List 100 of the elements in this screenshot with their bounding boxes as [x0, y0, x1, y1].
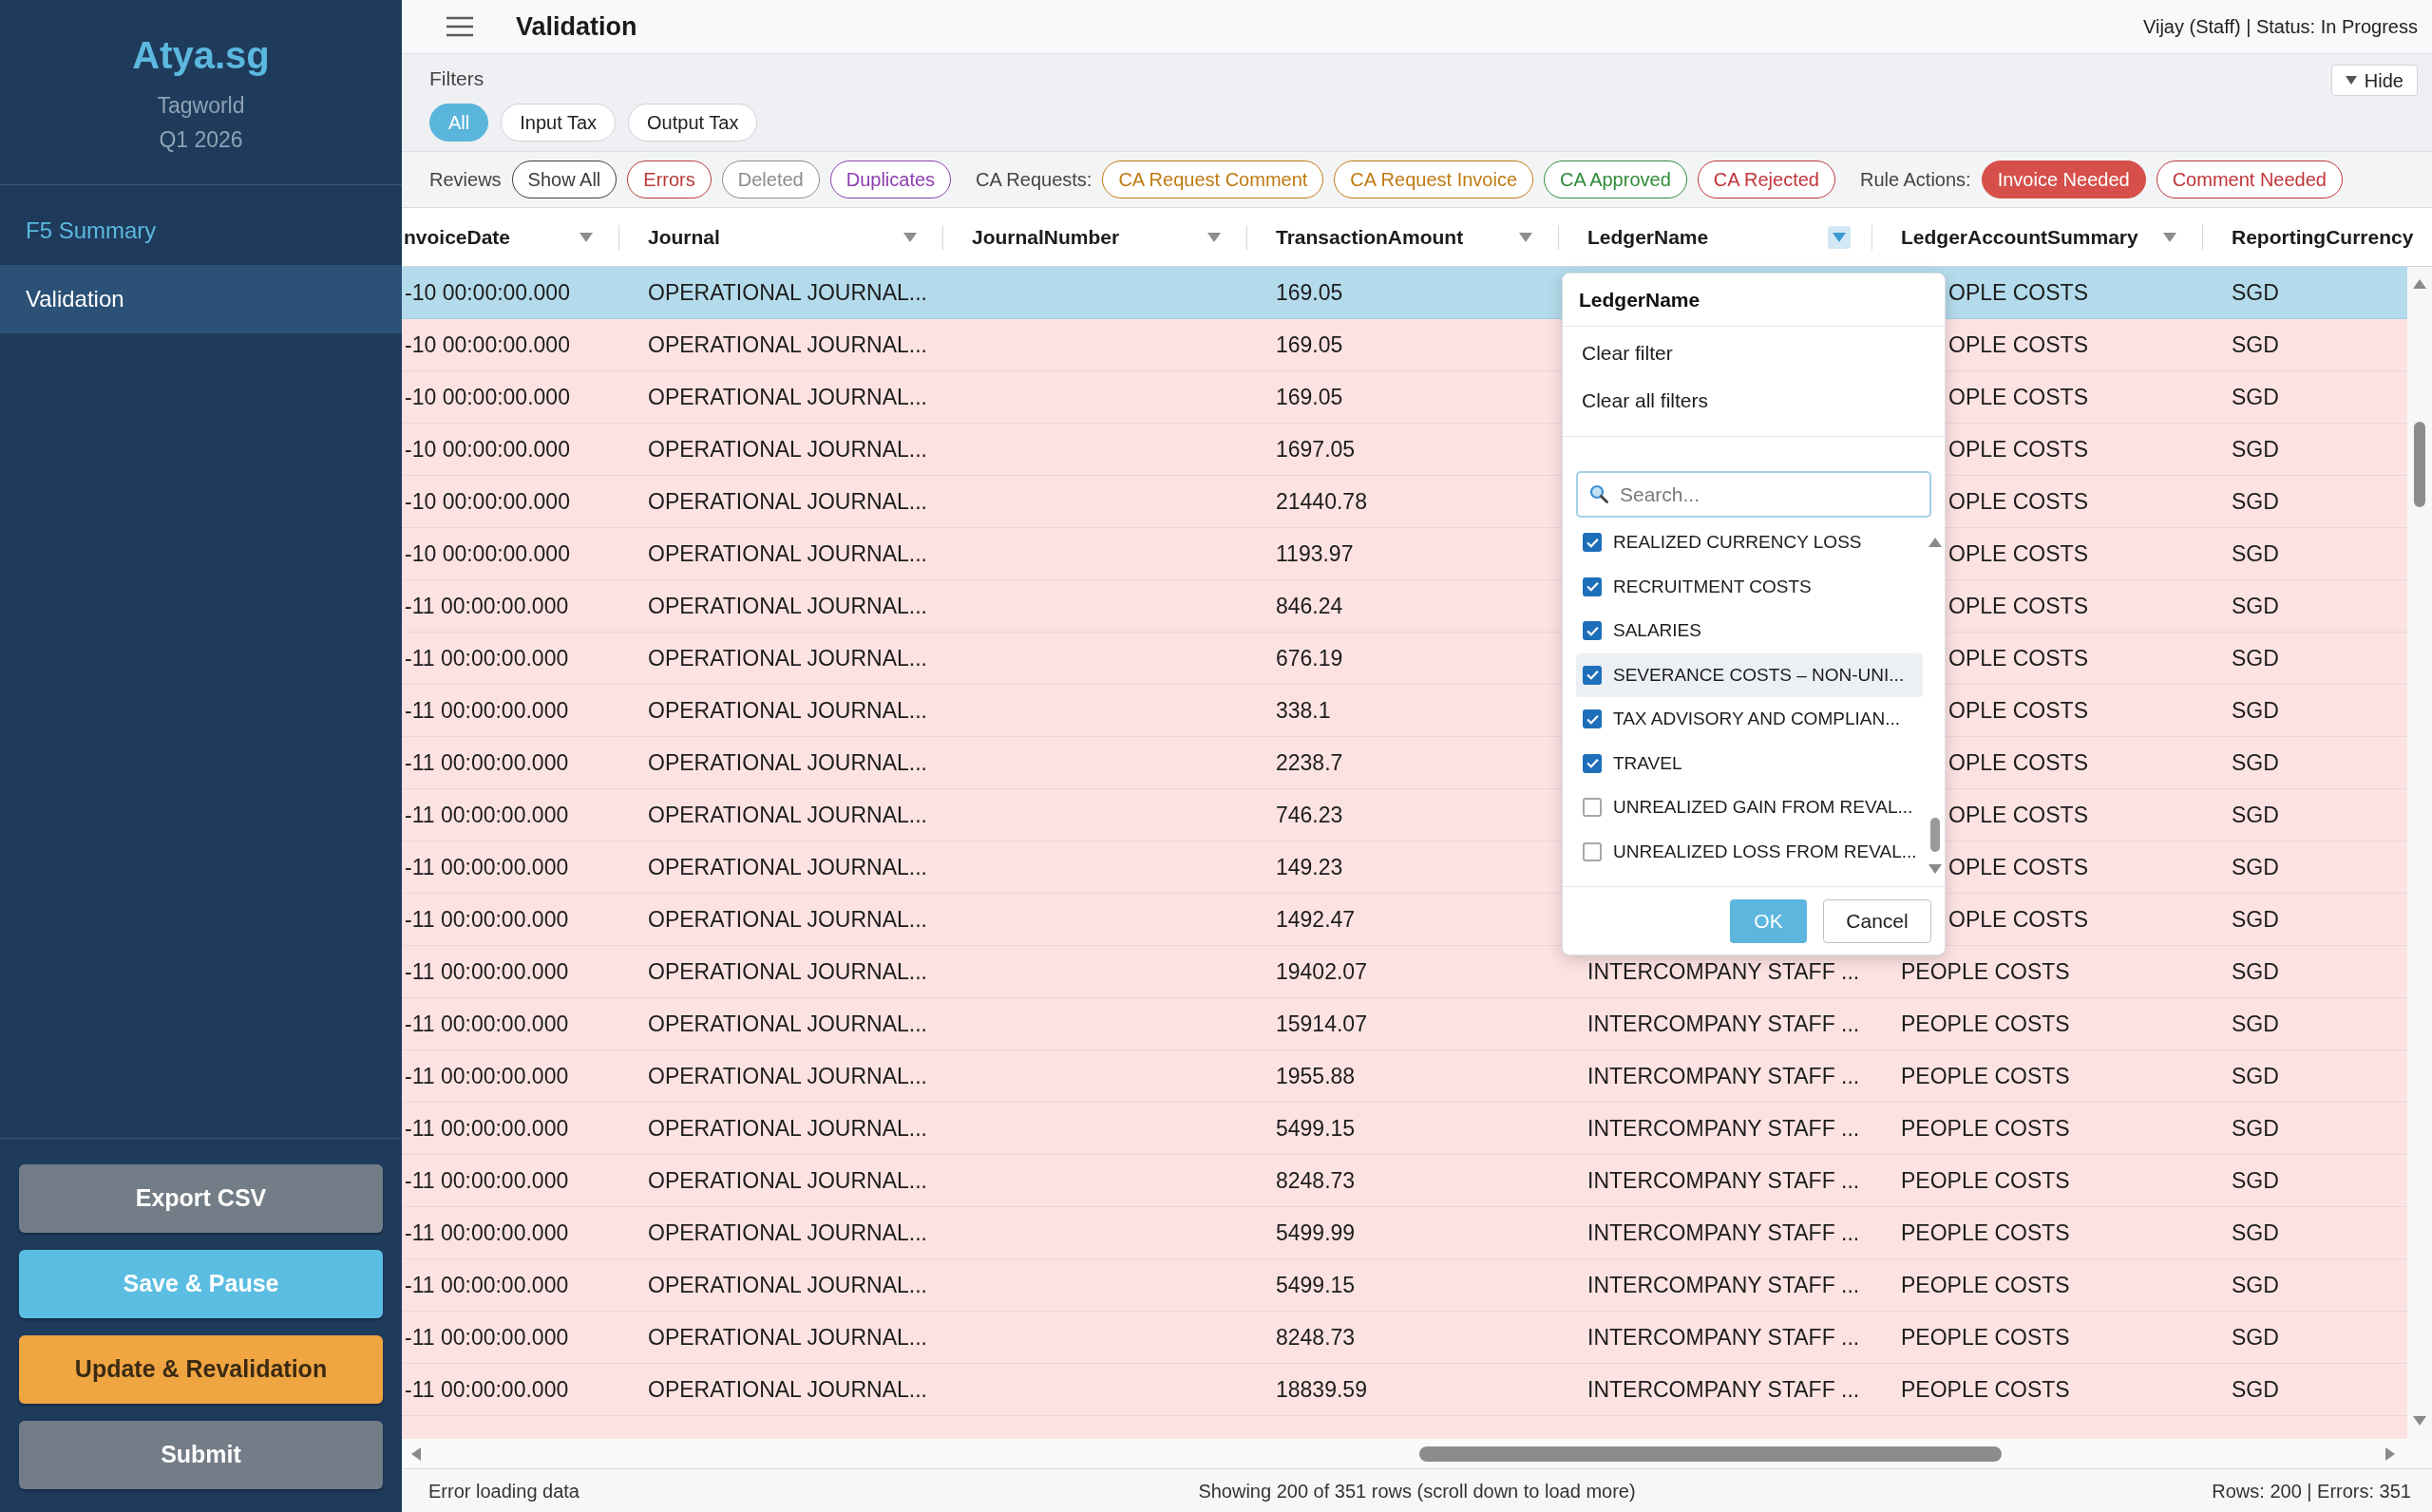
- table-cell: PEOPLE COSTS: [1901, 1376, 2070, 1402]
- filter-icon[interactable]: [580, 232, 593, 242]
- table-cell: 149.23: [1276, 854, 1343, 879]
- table-cell: INTERCOMPANY STAFF ...: [1587, 1011, 1860, 1036]
- filter-icon[interactable]: [1828, 225, 1851, 249]
- filter-chip[interactable]: Output Tax: [628, 104, 758, 142]
- scroll-down-icon[interactable]: [2413, 1416, 2426, 1426]
- checkbox[interactable]: [1583, 576, 1602, 596]
- table-cell: OPLE COSTS: [1948, 645, 2088, 671]
- table-cell: INTERCOMPANY STAFF ...: [1587, 1324, 1860, 1350]
- scrollbar-thumb[interactable]: [1419, 1446, 2002, 1462]
- filter-option[interactable]: SEVERANCE COSTS – NON-UNI...: [1576, 652, 1923, 697]
- scroll-right-icon[interactable]: [2385, 1446, 2395, 1461]
- column-header[interactable]: TransactionAmount: [1276, 221, 1464, 253]
- table-cell: OPERATIONAL JOURNAL...: [648, 1115, 927, 1141]
- table-cell: OPLE COSTS: [1948, 279, 2088, 305]
- hide-button[interactable]: Hide: [2330, 65, 2418, 96]
- table-cell: SGD: [2232, 1376, 2279, 1402]
- filter-icon[interactable]: [903, 232, 917, 242]
- menu-item[interactable]: Clear all filters: [1563, 377, 1945, 425]
- checkbox[interactable]: [1583, 753, 1602, 773]
- filter-icon[interactable]: [2163, 232, 2176, 242]
- section-label: CA Requests:: [976, 168, 1092, 192]
- column-header[interactable]: Journal: [648, 221, 720, 253]
- table-cell: INTERCOMPANY STAFF ...: [1587, 1219, 1860, 1245]
- caret-down-icon: [2345, 76, 2357, 85]
- scrollbar-thumb[interactable]: [2414, 422, 2425, 507]
- table-cell: 338.1: [1276, 697, 1331, 723]
- filter-chip[interactable]: Invoice Needed: [1981, 161, 2146, 198]
- scrollbar-thumb[interactable]: [1930, 818, 1940, 852]
- table-cell: -11 00:00:00.000: [405, 1376, 569, 1402]
- table-cell: SGD: [2232, 593, 2279, 618]
- table-cell: -10 00:00:00.000: [405, 436, 570, 462]
- table-cell: OPERATIONAL JOURNAL...: [648, 697, 927, 723]
- column-header[interactable]: nvoiceDate: [404, 221, 511, 253]
- scroll-up-icon[interactable]: [1928, 538, 1942, 547]
- table-cell: 846.24: [1276, 593, 1343, 618]
- column-header[interactable]: LedgerAccountSummary: [1901, 221, 2138, 253]
- horizontal-scrollbar[interactable]: [402, 1439, 2432, 1468]
- filter-chip[interactable]: Comment Needed: [2156, 161, 2343, 198]
- table-cell: PEOPLE COSTS: [1901, 1167, 2070, 1193]
- table-cell: SGD: [2232, 384, 2279, 409]
- row-counts: Rows: 200 | Errors: 351: [2212, 1479, 2412, 1503]
- table-cell: OPERATIONAL JOURNAL...: [648, 749, 927, 775]
- table-cell: OPLE COSTS: [1948, 384, 2088, 409]
- column-header[interactable]: ReportingCurrency: [2232, 221, 2414, 253]
- checkbox[interactable]: [1583, 533, 1602, 553]
- table-cell: PEOPLE COSTS: [1901, 1011, 2070, 1036]
- filter-chip[interactable]: Errors: [627, 161, 712, 198]
- table-cell: -11 00:00:00.000: [405, 1115, 569, 1141]
- column-header[interactable]: JournalNumber: [972, 221, 1120, 253]
- table-cell: INTERCOMPANY STAFF ...: [1587, 1376, 1860, 1402]
- menu-icon[interactable]: [446, 16, 473, 37]
- section-label: Reviews: [429, 168, 502, 192]
- table-cell: -11 00:00:00.000: [405, 854, 569, 879]
- nav-item[interactable]: F5 Summary: [0, 197, 402, 265]
- cancel-button[interactable]: Cancel: [1823, 898, 1931, 943]
- filter-icon[interactable]: [1207, 232, 1221, 242]
- table-cell: PEOPLE COSTS: [1901, 1272, 2070, 1297]
- table-cell: PEOPLE COSTS: [1901, 1063, 2070, 1088]
- table-cell: OPERATIONAL JOURNAL...: [648, 1376, 927, 1402]
- filter-chip[interactable]: Input Tax: [501, 104, 617, 142]
- scroll-up-icon[interactable]: [2413, 279, 2426, 289]
- table-cell: OPERATIONAL JOURNAL...: [648, 1272, 927, 1297]
- table-cell: 676.19: [1276, 645, 1343, 671]
- vertical-scrollbar[interactable]: [2407, 267, 2432, 1439]
- filter-icon[interactable]: [1519, 232, 1532, 242]
- sidebar-action-button[interactable]: Update & Revalidation: [19, 1335, 383, 1404]
- checkbox[interactable]: [1583, 798, 1602, 818]
- table-cell: -10 00:00:00.000: [405, 384, 570, 409]
- table-cell: OPLE COSTS: [1948, 749, 2088, 775]
- table-cell: SGD: [2232, 958, 2279, 984]
- table-cell: SGD: [2232, 1063, 2279, 1088]
- table-cell: SGD: [2232, 906, 2279, 932]
- checkmark-icon: [1586, 581, 1599, 593]
- table-cell: OPLE COSTS: [1948, 906, 2088, 932]
- search-field[interactable]: Search...: [1576, 471, 1931, 518]
- table-cell: 1492.47: [1276, 906, 1356, 932]
- column-header[interactable]: LedgerName: [1587, 221, 1709, 253]
- table-cell: OPERATIONAL JOURNAL...: [648, 436, 927, 462]
- table-cell: SGD: [2232, 645, 2279, 671]
- filter-option[interactable]: TRAVEL: [1576, 741, 1923, 785]
- checkbox[interactable]: [1583, 665, 1602, 685]
- checkbox[interactable]: [1583, 621, 1602, 641]
- checkmark-icon: [1586, 537, 1599, 548]
- table-cell: OPERATIONAL JOURNAL...: [648, 958, 927, 984]
- nav-item[interactable]: Validation: [0, 265, 402, 333]
- filter-chip[interactable]: Duplicates: [829, 161, 952, 198]
- table-cell: OPERATIONAL JOURNAL...: [648, 279, 927, 305]
- checkbox[interactable]: [1583, 841, 1602, 861]
- table-cell: 169.05: [1276, 384, 1343, 409]
- filter-chip[interactable]: CA Rejected: [1697, 161, 1835, 198]
- filter-chip[interactable]: CA Approved: [1544, 161, 1687, 198]
- scroll-down-icon[interactable]: [1928, 864, 1942, 874]
- sidebar-action-button[interactable]: Export CSV: [19, 1164, 383, 1233]
- filter-chip[interactable]: Show All: [511, 161, 618, 198]
- table-cell: SGD: [2232, 1011, 2279, 1036]
- checkbox[interactable]: [1583, 709, 1602, 729]
- sidebar-action-button[interactable]: Submit: [19, 1421, 383, 1489]
- scroll-left-icon[interactable]: [411, 1446, 421, 1461]
